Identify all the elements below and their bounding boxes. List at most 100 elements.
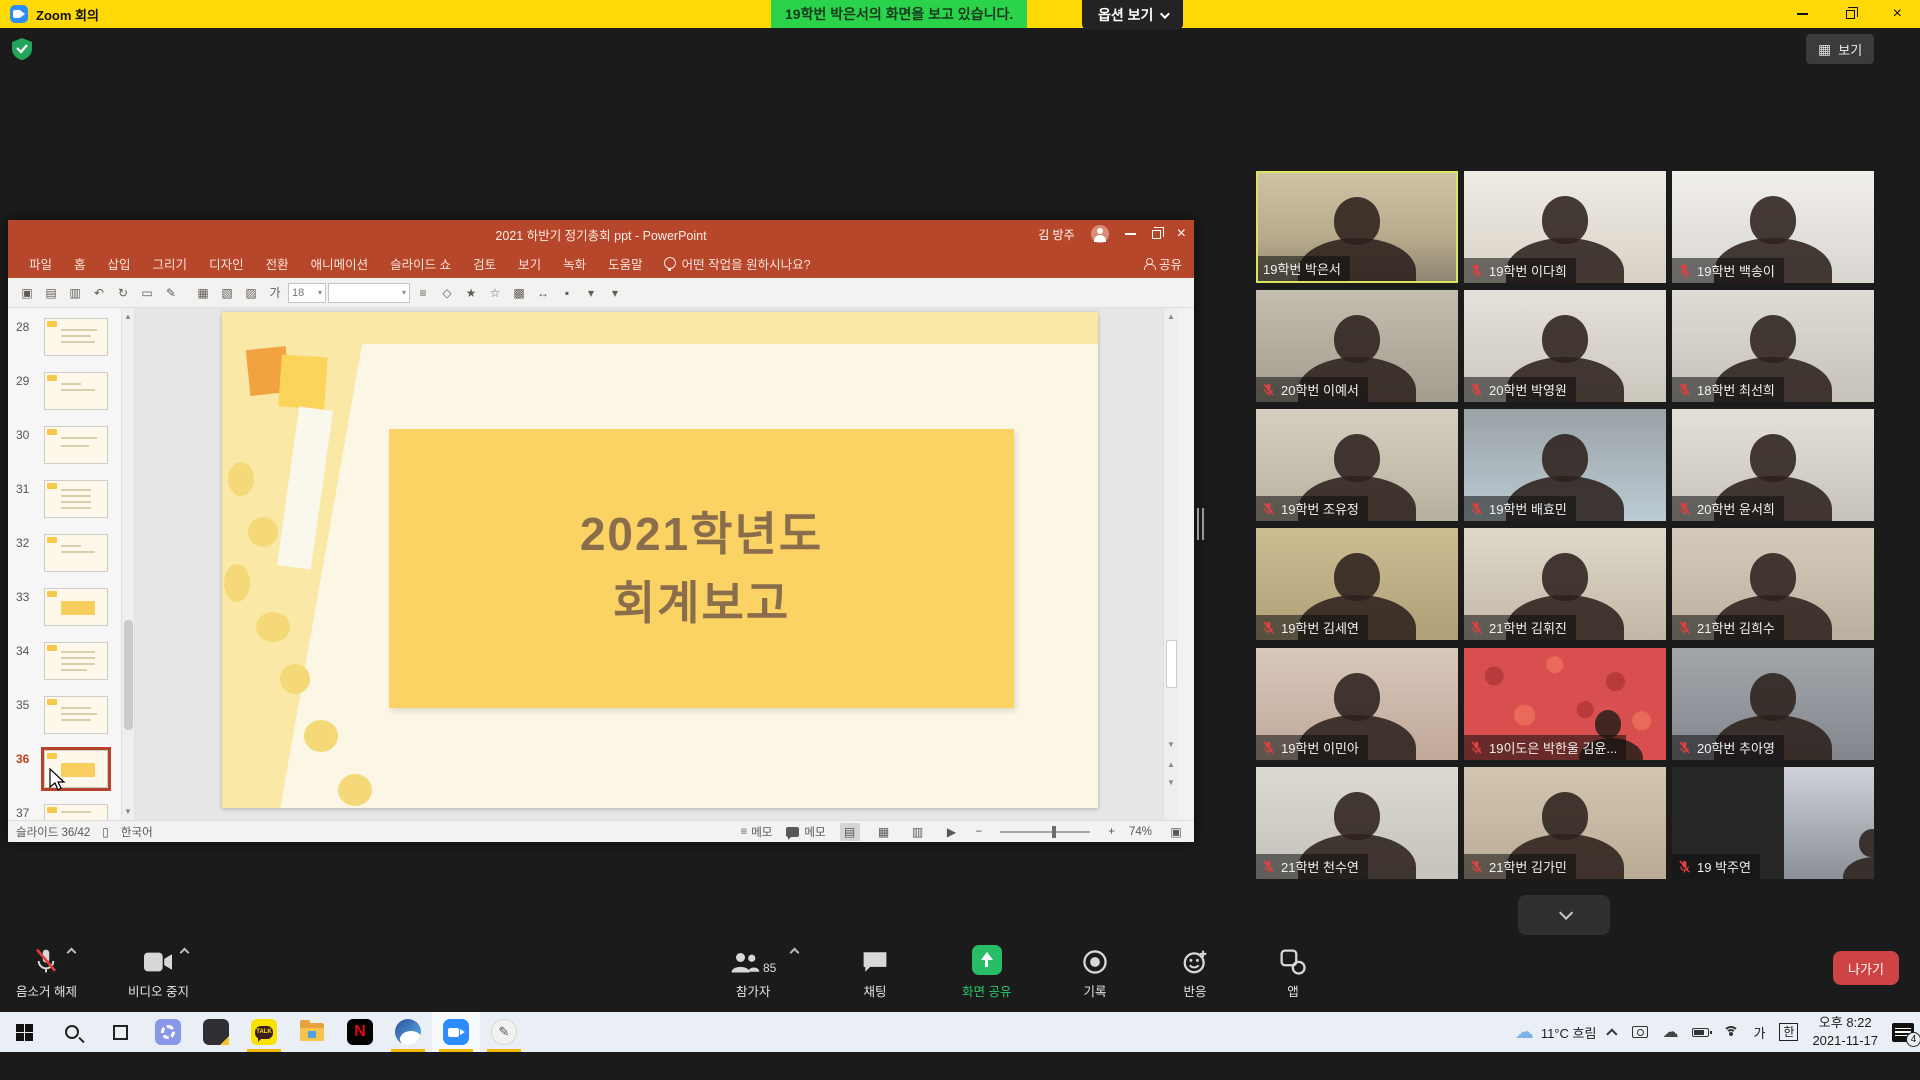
taskbar-app-editor[interactable] — [192, 1012, 240, 1052]
scroll-up-icon[interactable]: ▲ — [1164, 308, 1178, 321]
editor-scrollbar[interactable]: ▲ ▼ ▲ ▼ — [1163, 308, 1178, 820]
participant-tile[interactable]: 20학번 추아영 — [1672, 648, 1874, 760]
wifi-icon[interactable] — [1723, 1026, 1739, 1038]
participant-tile[interactable]: 18학번 최선희 — [1672, 290, 1874, 402]
reactions-button[interactable]: 반응 — [1182, 945, 1208, 1000]
scroll-down-icon[interactable]: ▼ — [122, 807, 134, 816]
unmute-button[interactable]: 음소거 해제 — [16, 945, 77, 1000]
qat-icon[interactable]: ▭ — [136, 282, 158, 304]
slide-title-card[interactable]: 2021학년도 회계보고 — [389, 429, 1014, 708]
qat-icon[interactable]: ↔ — [532, 282, 554, 304]
font-size-box[interactable]: 18 ▾ — [288, 283, 326, 303]
participant-tile[interactable]: 19 박주연 — [1672, 767, 1874, 879]
thumbnail-scrollbar[interactable]: ▲ ▼ — [121, 308, 134, 820]
qat-icon[interactable]: ▥ — [64, 282, 86, 304]
taskbar-app-settings[interactable] — [144, 1012, 192, 1052]
tab-review[interactable]: 검토 — [462, 248, 507, 278]
tab-transitions[interactable]: 전환 — [255, 248, 300, 278]
notification-center-icon[interactable]: 4 — [1892, 1023, 1914, 1042]
next-slide-icon[interactable]: ▼ — [1164, 778, 1178, 787]
zoom-slider-thumb[interactable] — [1052, 826, 1056, 838]
qat-icon[interactable]: ▦ — [192, 282, 214, 304]
qat-icon[interactable]: ✎ — [160, 282, 182, 304]
view-options-button[interactable]: 옵션 보기 — [1082, 0, 1183, 30]
participant-tile[interactable]: 21학번 김휘진 — [1464, 528, 1666, 640]
tab-file[interactable]: 파일 — [18, 248, 63, 278]
ime-mode-han[interactable]: 한 — [1779, 1023, 1798, 1041]
ppt-close-icon[interactable]: × — [1177, 226, 1186, 242]
taskbar-app-netflix[interactable]: N — [336, 1012, 384, 1052]
taskbar-app-whale[interactable] — [384, 1012, 432, 1052]
restore-icon[interactable] — [1846, 10, 1855, 19]
qat-icon[interactable]: ▾ — [580, 282, 602, 304]
participant-tile[interactable]: 19학번 백송이 — [1672, 171, 1874, 283]
participant-tile[interactable]: 19학번 배효민 — [1464, 409, 1666, 521]
language-indicator[interactable]: 한국어 — [121, 824, 153, 840]
participant-tile[interactable]: 19학번 조유정 — [1256, 409, 1458, 521]
participant-tile[interactable]: 19학번 박은서 — [1256, 171, 1458, 283]
qat-icon[interactable]: 가 — [264, 282, 286, 304]
weather-widget[interactable]: ☁ 11°C 흐림 — [1515, 1021, 1597, 1044]
qat-icon[interactable]: ▨ — [240, 282, 262, 304]
slide-thumbnail[interactable] — [44, 588, 108, 626]
qat-icon[interactable]: ▤ — [40, 282, 62, 304]
scrollbar-thumb[interactable] — [124, 620, 133, 730]
reading-view-button[interactable]: ▥ — [908, 823, 928, 841]
participant-tile[interactable]: 20학번 윤서희 — [1672, 409, 1874, 521]
qat-icon[interactable]: ▩ — [508, 282, 530, 304]
share-screen-button[interactable]: 화면 공유 — [962, 945, 1011, 1000]
qat-icon[interactable]: ↶ — [88, 282, 110, 304]
qat-icon[interactable]: ▣ — [16, 282, 38, 304]
notes-button[interactable]: ≡ 메모 — [740, 824, 772, 840]
taskbar-app-zoom[interactable] — [432, 1012, 480, 1052]
zoom-slider[interactable] — [1000, 831, 1090, 833]
minimize-icon[interactable] — [1797, 13, 1808, 15]
slide-thumbnail[interactable] — [44, 426, 108, 464]
slide-thumbnail[interactable] — [44, 318, 108, 356]
hidden-icons-chevron[interactable] — [1607, 1028, 1618, 1039]
taskbar-app-kakaotalk[interactable]: TALK — [240, 1012, 288, 1052]
search-button[interactable] — [48, 1012, 96, 1052]
security-shield-icon[interactable] — [12, 38, 32, 60]
slide-thumbnail[interactable] — [44, 480, 108, 518]
close-icon[interactable]: × — [1893, 6, 1902, 22]
tab-view[interactable]: 보기 — [507, 248, 552, 278]
zoom-out-icon[interactable]: − — [976, 826, 983, 838]
participant-tile[interactable]: 19학번 이다희 — [1464, 171, 1666, 283]
ime-mode-a[interactable]: 가 — [1753, 1023, 1765, 1042]
leave-button[interactable]: 나가기 — [1833, 951, 1899, 985]
participant-tile[interactable]: 20학번 박영원 — [1464, 290, 1666, 402]
slide-sorter-view-button[interactable]: ▦ — [874, 823, 894, 841]
tab-design[interactable]: 디자인 — [198, 248, 255, 278]
comments-button[interactable]: 메모 — [786, 824, 825, 840]
slideshow-button[interactable]: ▶ — [942, 823, 962, 841]
fit-to-window-icon[interactable]: ▣ — [1166, 823, 1186, 841]
taskbar-app-paint[interactable]: ✎ — [480, 1012, 528, 1052]
scroll-down-icon[interactable]: ▼ — [1164, 740, 1178, 749]
accessibility-icon[interactable]: ▯ — [102, 825, 109, 839]
tab-help[interactable]: 도움말 — [597, 248, 654, 278]
participant-tile[interactable]: 20학번 이예서 — [1256, 290, 1458, 402]
onedrive-icon[interactable]: ☁ — [1662, 1022, 1678, 1042]
scroll-up-icon[interactable]: ▲ — [122, 308, 134, 321]
start-button[interactable] — [0, 1012, 48, 1052]
ppt-minimize-icon[interactable] — [1125, 233, 1136, 235]
gallery-next-page-button[interactable] — [1518, 895, 1610, 935]
tab-animations[interactable]: 애니메이션 — [300, 248, 380, 278]
slide-thumbnail[interactable] — [44, 804, 108, 820]
tab-slideshow[interactable]: 슬라이드 쇼 — [379, 248, 462, 278]
participants-caret[interactable] — [790, 948, 800, 958]
apps-button[interactable]: 앱 — [1280, 945, 1306, 1000]
qat-icon[interactable]: ▧ — [216, 282, 238, 304]
qat-icon[interactable]: ★ — [460, 282, 482, 304]
tab-record[interactable]: 녹화 — [552, 248, 597, 278]
panel-resize-handle[interactable] — [1197, 508, 1204, 540]
tab-home[interactable]: 홈 — [63, 248, 97, 278]
qat-icon[interactable]: ▾ — [604, 282, 626, 304]
clock[interactable]: 오후 8:22 2021-11-17 — [1812, 1014, 1878, 1049]
slide-thumbnail[interactable] — [44, 642, 108, 680]
slide-thumbnail-selected[interactable] — [44, 750, 108, 788]
participant-tile[interactable]: 19학번 이민아 — [1256, 648, 1458, 760]
participants-button[interactable]: 85 참가자 — [730, 945, 776, 1000]
qat-icon[interactable]: ☆ — [484, 282, 506, 304]
